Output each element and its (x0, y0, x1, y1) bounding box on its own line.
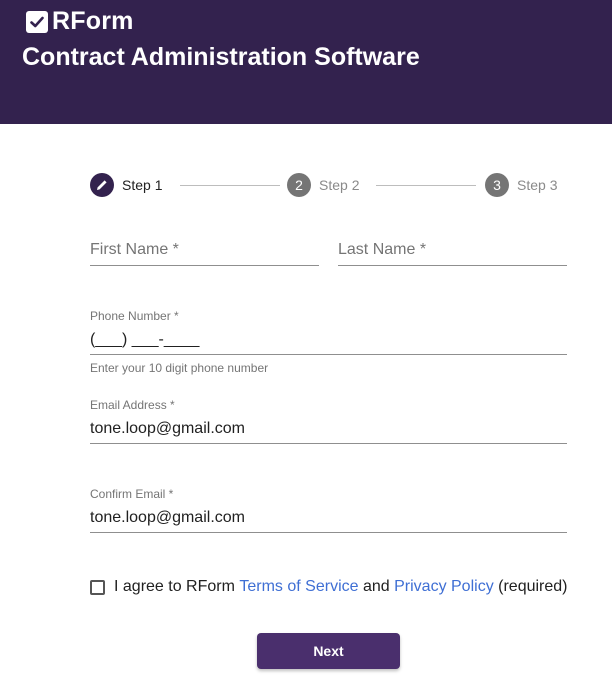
step-connector (180, 185, 280, 186)
terms-agreement: I agree to RForm Terms of Service and Pr… (90, 578, 568, 596)
pencil-icon (90, 173, 114, 197)
phone-number-label: Phone Number * (90, 309, 179, 323)
phone-number-input[interactable]: Phone Number * (___) ___-____ (90, 309, 567, 355)
first-name-input[interactable]: First Name * (90, 234, 319, 266)
step-3-label: Step 3 (517, 177, 558, 193)
agree-text-middle: and (358, 578, 395, 595)
stepper: Step 1 2 Step 2 3 Step 3 (90, 172, 568, 198)
email-value: tone.loop@gmail.com (90, 420, 245, 437)
step-connector (376, 185, 476, 186)
brand-name: RForm (52, 7, 134, 35)
terms-of-service-link[interactable]: Terms of Service (239, 578, 358, 596)
step-3: 3 Step 3 (485, 172, 557, 198)
privacy-policy-link[interactable]: Privacy Policy (394, 578, 494, 596)
brand-logo: RForm (26, 7, 134, 36)
confirm-email-label: Confirm Email * (90, 487, 174, 501)
agree-text-prefix: I agree to RForm (114, 578, 240, 595)
phone-number-value: (___) ___-____ (90, 331, 200, 348)
agree-checkbox[interactable] (90, 579, 105, 595)
confirm-email-value: tone.loop@gmail.com (90, 509, 245, 526)
checkbox-logo-icon (26, 10, 48, 33)
step-1-label: Step 1 (122, 177, 163, 193)
step-2-number: 2 (287, 173, 311, 197)
agree-text-suffix: (required) (493, 578, 568, 595)
email-input[interactable]: Email Address * tone.loop@gmail.com (90, 398, 567, 444)
step-2-label: Step 2 (319, 177, 360, 193)
next-button[interactable]: Next (257, 633, 400, 669)
last-name-input[interactable]: Last Name * (338, 234, 567, 266)
app-title: Contract Administration Software (22, 43, 420, 71)
confirm-email-input[interactable]: Confirm Email * tone.loop@gmail.com (90, 487, 567, 533)
email-label: Email Address * (90, 398, 175, 412)
step-2: 2 Step 2 (287, 172, 359, 198)
step-3-number: 3 (485, 173, 509, 197)
phone-helper-text: Enter your 10 digit phone number (90, 361, 269, 375)
app-header: RForm Contract Administration Software (0, 0, 612, 124)
first-name-placeholder: First Name * (90, 241, 179, 258)
step-1: Step 1 (90, 172, 162, 198)
last-name-placeholder: Last Name * (338, 241, 427, 258)
